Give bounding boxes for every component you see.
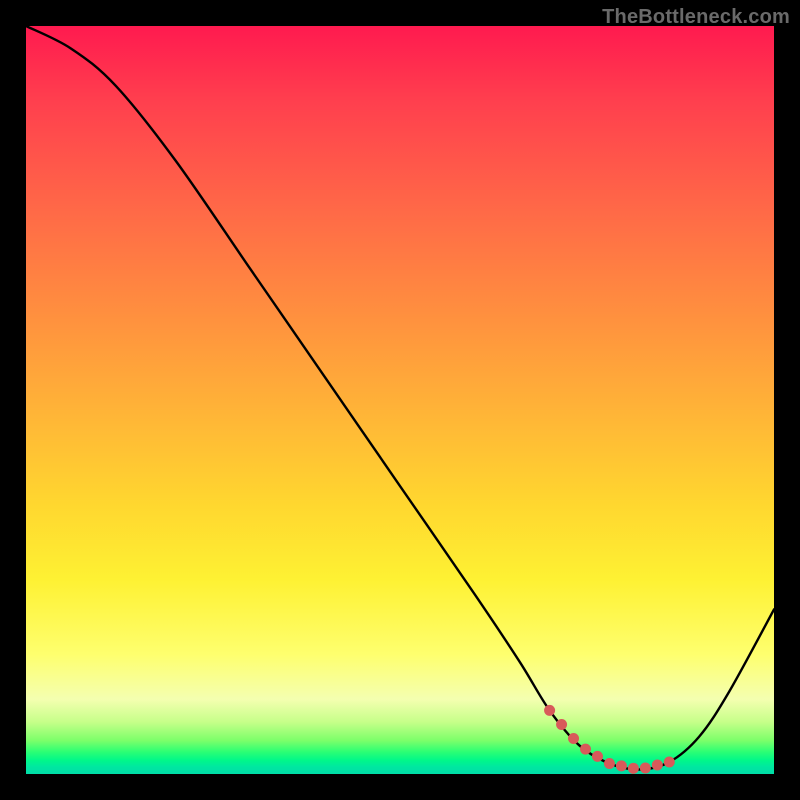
plot-area: [26, 26, 774, 774]
optimal-range-dots: [544, 705, 675, 774]
curve-svg: [26, 26, 774, 774]
optimal-dot: [616, 760, 627, 771]
optimal-dot: [592, 751, 603, 762]
optimal-dot: [556, 719, 567, 730]
optimal-dot: [652, 760, 663, 771]
watermark-text: TheBottleneck.com: [602, 6, 790, 29]
chart-container: TheBottleneck.com: [0, 0, 800, 800]
optimal-dot: [580, 744, 591, 755]
optimal-dot: [604, 758, 615, 769]
bottleneck-curve-line: [26, 26, 774, 770]
optimal-dot: [568, 733, 579, 744]
optimal-dot: [544, 705, 555, 716]
optimal-dot: [640, 763, 651, 774]
optimal-dot: [664, 757, 675, 768]
optimal-dot: [628, 763, 639, 774]
